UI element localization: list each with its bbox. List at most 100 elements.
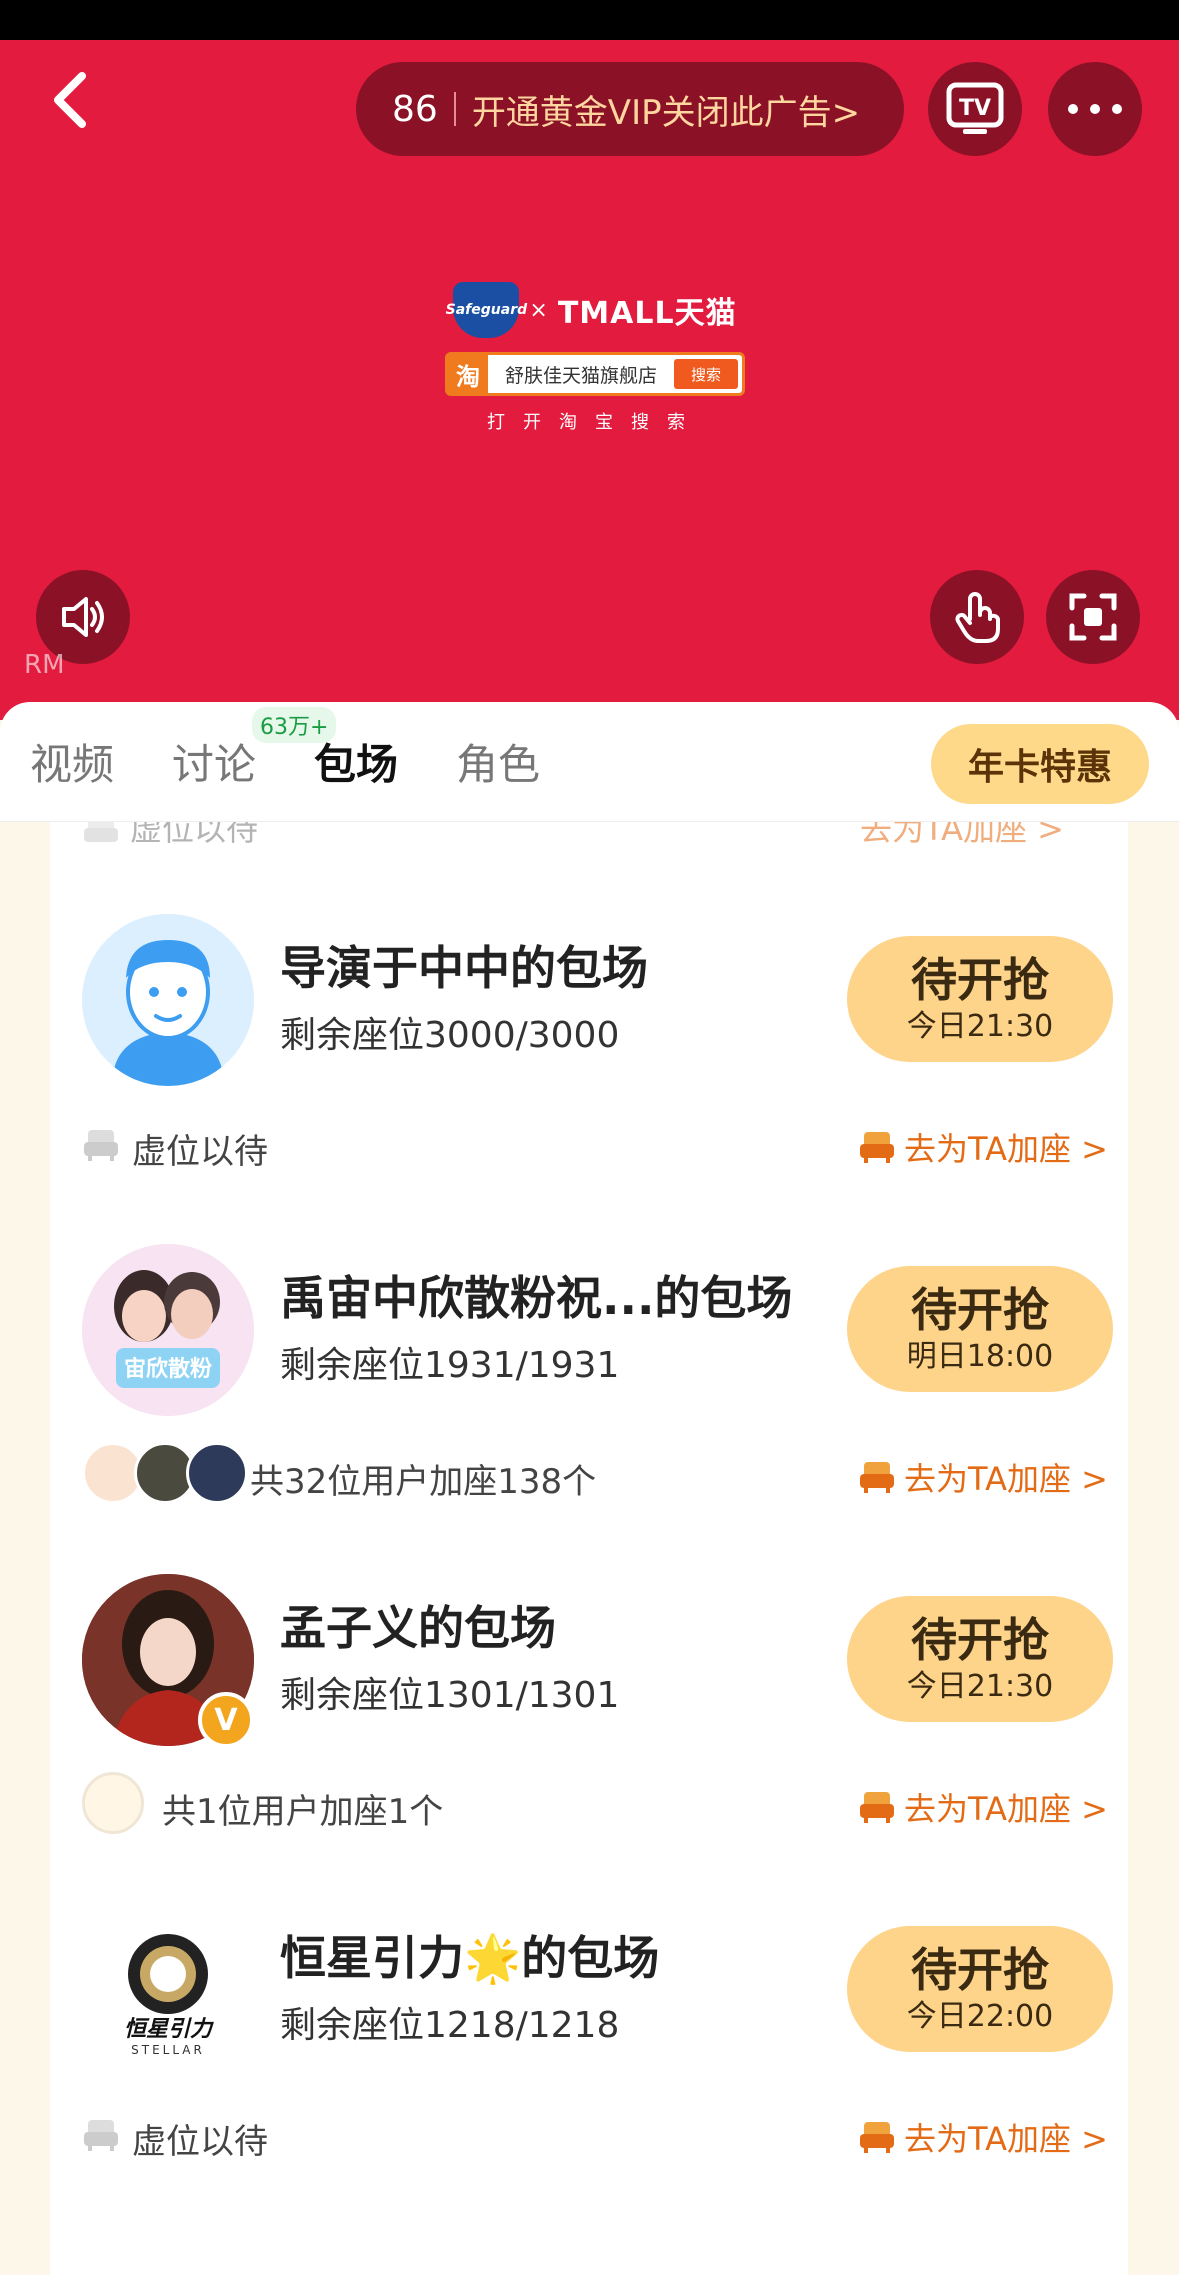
tab-label: 角色: [456, 740, 541, 789]
add-seat-label: 去为TA加座 >: [904, 1790, 1108, 1828]
logo-subcaption: STELLAR: [131, 2043, 205, 2057]
logo-caption: 恒星引力: [124, 2017, 214, 2042]
peek-left-text: 虚位以待: [130, 822, 259, 848]
grab-time: 明日18:00: [906, 1339, 1054, 1374]
tab-screening[interactable]: 包场: [314, 731, 398, 792]
card-footer: 共32位用户加座138个 去为TA加座 >: [50, 1442, 1128, 1510]
card-footer: 虚位以待 去为TA加座 >: [50, 2102, 1128, 2170]
add-seat-button[interactable]: 去为TA加座 >: [858, 1124, 1108, 1170]
tab-video[interactable]: 视频: [30, 731, 114, 792]
tv-icon: TV: [946, 82, 1004, 134]
add-seat-label: 去为TA加座 >: [904, 2120, 1108, 2158]
store-search-box: 淘 舒肤佳天猫旗舰店 搜索: [445, 352, 745, 396]
chevron-left-icon: [54, 72, 86, 128]
list-item[interactable]: V 孟子义的包场 剩余座位1301/1301 待开抢 今日21:30 共1位用户…: [50, 1574, 1128, 1904]
avatar: 宙欣散粉: [82, 1244, 254, 1416]
pending-grab-button[interactable]: 待开抢 今日22:00: [847, 1926, 1113, 2052]
card-footer: 虚位以待 去为TA加座 >: [50, 1112, 1128, 1180]
screening-title: 禹宙中欣散粉祝...的包场: [280, 1271, 793, 1325]
status-bar: [0, 0, 1179, 40]
remaining-seats: 剩余座位1931/1931: [280, 1345, 620, 1386]
grab-status: 待开抢: [911, 1943, 1049, 1997]
add-seat-label: 去为TA加座 >: [904, 1460, 1108, 1498]
remaining-seats: 剩余座位1218/1218: [280, 2005, 620, 2046]
sofa-icon: [860, 1132, 894, 1163]
bottom-fade: [50, 2222, 1128, 2275]
search-tag: 搜索: [674, 359, 738, 389]
divider: [453, 92, 456, 126]
empty-seat-icon: [84, 822, 118, 842]
back-button[interactable]: [30, 60, 110, 140]
hand-touch-icon: [955, 592, 1000, 643]
screening-title: 孟子义的包场: [280, 1601, 556, 1655]
list-item[interactable]: 宙欣散粉 禹宙中欣散粉祝...的包场 剩余座位1931/1931 待开抢 明日1…: [50, 1244, 1128, 1574]
fullscreen-button[interactable]: [1046, 570, 1140, 664]
add-seat-button[interactable]: 去为TA加座 >: [858, 2114, 1108, 2160]
grab-time: 今日21:30: [906, 1009, 1054, 1044]
video-player[interactable]: 86 开通黄金VIP关闭此广告> TV Safeguard × TMALL天猫 …: [0, 40, 1179, 720]
tmall-logo: TMALL天猫: [557, 296, 737, 331]
tv-cast-button[interactable]: TV: [928, 62, 1022, 156]
verified-badge-icon: V: [198, 1692, 254, 1748]
user-avatar: [82, 1772, 144, 1834]
watermark-text: RM: [24, 650, 65, 680]
dot: [1112, 104, 1122, 114]
add-seat-button[interactable]: 去为TA加座 >: [858, 1454, 1108, 1500]
screening-list[interactable]: 虚位以待 去为TA加座 > 导演于中中的包场 剩余座位3000/3000 待开抢…: [50, 822, 1128, 2275]
default-user-avatar-icon: [82, 914, 254, 1086]
couple-photo-avatar: 宙欣散粉: [82, 1244, 254, 1416]
grab-status: 待开抢: [911, 1283, 1049, 1337]
ad-countdown: 86: [392, 88, 438, 130]
ad-creative[interactable]: Safeguard × TMALL天猫 淘 舒肤佳天猫旗舰店 搜索 打开淘宝搜索: [440, 280, 750, 434]
list-item[interactable]: 导演于中中的包场 剩余座位3000/3000 待开抢 今日21:30 虚位以待 …: [50, 914, 1128, 1244]
screening-title: 导演于中中的包场: [280, 941, 648, 995]
add-seat-label: 去为TA加座 >: [904, 1130, 1108, 1168]
seat-status-text: 共1位用户加座1个: [162, 1792, 444, 1832]
avatar-caption: 宙欣散粉: [124, 1356, 212, 1382]
remaining-seats: 剩余座位3000/3000: [280, 1015, 620, 1056]
list-item[interactable]: 恒星引力 STELLAR 恒星引力🌟的包场 剩余座位1218/1218 待开抢 …: [50, 1904, 1128, 2234]
grab-status: 待开抢: [911, 1613, 1049, 1667]
grab-time: 今日22:00: [906, 1999, 1054, 2034]
grab-time: 今日21:30: [906, 1669, 1054, 1704]
avatar: [82, 914, 254, 1086]
tab-label: 包场: [314, 740, 399, 789]
speaker-icon: [62, 597, 104, 637]
add-seat-button[interactable]: 去为TA加座 >: [858, 1784, 1108, 1830]
interact-button[interactable]: [930, 570, 1024, 664]
vip-remove-ad-button[interactable]: 86 开通黄金VIP关闭此广告>: [356, 62, 904, 156]
tv-icon-label: TV: [959, 96, 991, 121]
open-taobao-hint: 打开淘宝搜索: [487, 412, 703, 433]
seat-status-text: 虚位以待: [132, 2122, 268, 2162]
stellar-logo: 恒星引力 STELLAR: [82, 1904, 254, 2076]
vip-offer-text: 开通黄金VIP关闭此广告>: [471, 92, 861, 133]
pending-grab-button[interactable]: 待开抢 明日18:00: [847, 1266, 1113, 1392]
dot: [1090, 104, 1100, 114]
fullscreen-icon: [1069, 593, 1117, 641]
empty-seat-icon: [84, 2120, 118, 2151]
avatar: 恒星引力 STELLAR: [82, 1904, 254, 2076]
sofa-icon: [860, 1462, 894, 1493]
annual-card-deal-button[interactable]: 年卡特惠: [931, 724, 1149, 804]
safeguard-logo: Safeguard: [446, 282, 527, 338]
taobao-icon: 淘: [448, 355, 488, 393]
tab-discussion[interactable]: 讨论 63万+: [172, 707, 337, 792]
store-name: 舒肤佳天猫旗舰店: [504, 364, 657, 387]
seat-status-text: 共32位用户加座138个: [250, 1462, 597, 1502]
grab-status: 待开抢: [911, 953, 1049, 1007]
pending-grab-button[interactable]: 待开抢 今日21:30: [847, 936, 1113, 1062]
card-footer: 共1位用户加座1个 去为TA加座 >: [50, 1772, 1128, 1840]
peek-right-text: 去为TA加座 >: [860, 822, 1064, 848]
user-avatar: [186, 1442, 248, 1504]
remaining-seats: 剩余座位1301/1301: [280, 1675, 620, 1716]
tab-bar: 视频 讨论 63万+ 包场 角色 年卡特惠: [0, 702, 1179, 822]
tab-label: 讨论: [172, 740, 257, 789]
sofa-icon: [860, 1792, 894, 1823]
brand-separator: ×: [529, 297, 548, 323]
joined-users-avatars: [82, 1772, 144, 1836]
more-options-button[interactable]: [1048, 62, 1142, 156]
tab-characters[interactable]: 角色: [456, 731, 540, 792]
pending-grab-button[interactable]: 待开抢 今日21:30: [847, 1596, 1113, 1722]
list-item-partial: 虚位以待 去为TA加座 >: [50, 822, 1128, 854]
seat-status-text: 虚位以待: [132, 1132, 268, 1172]
